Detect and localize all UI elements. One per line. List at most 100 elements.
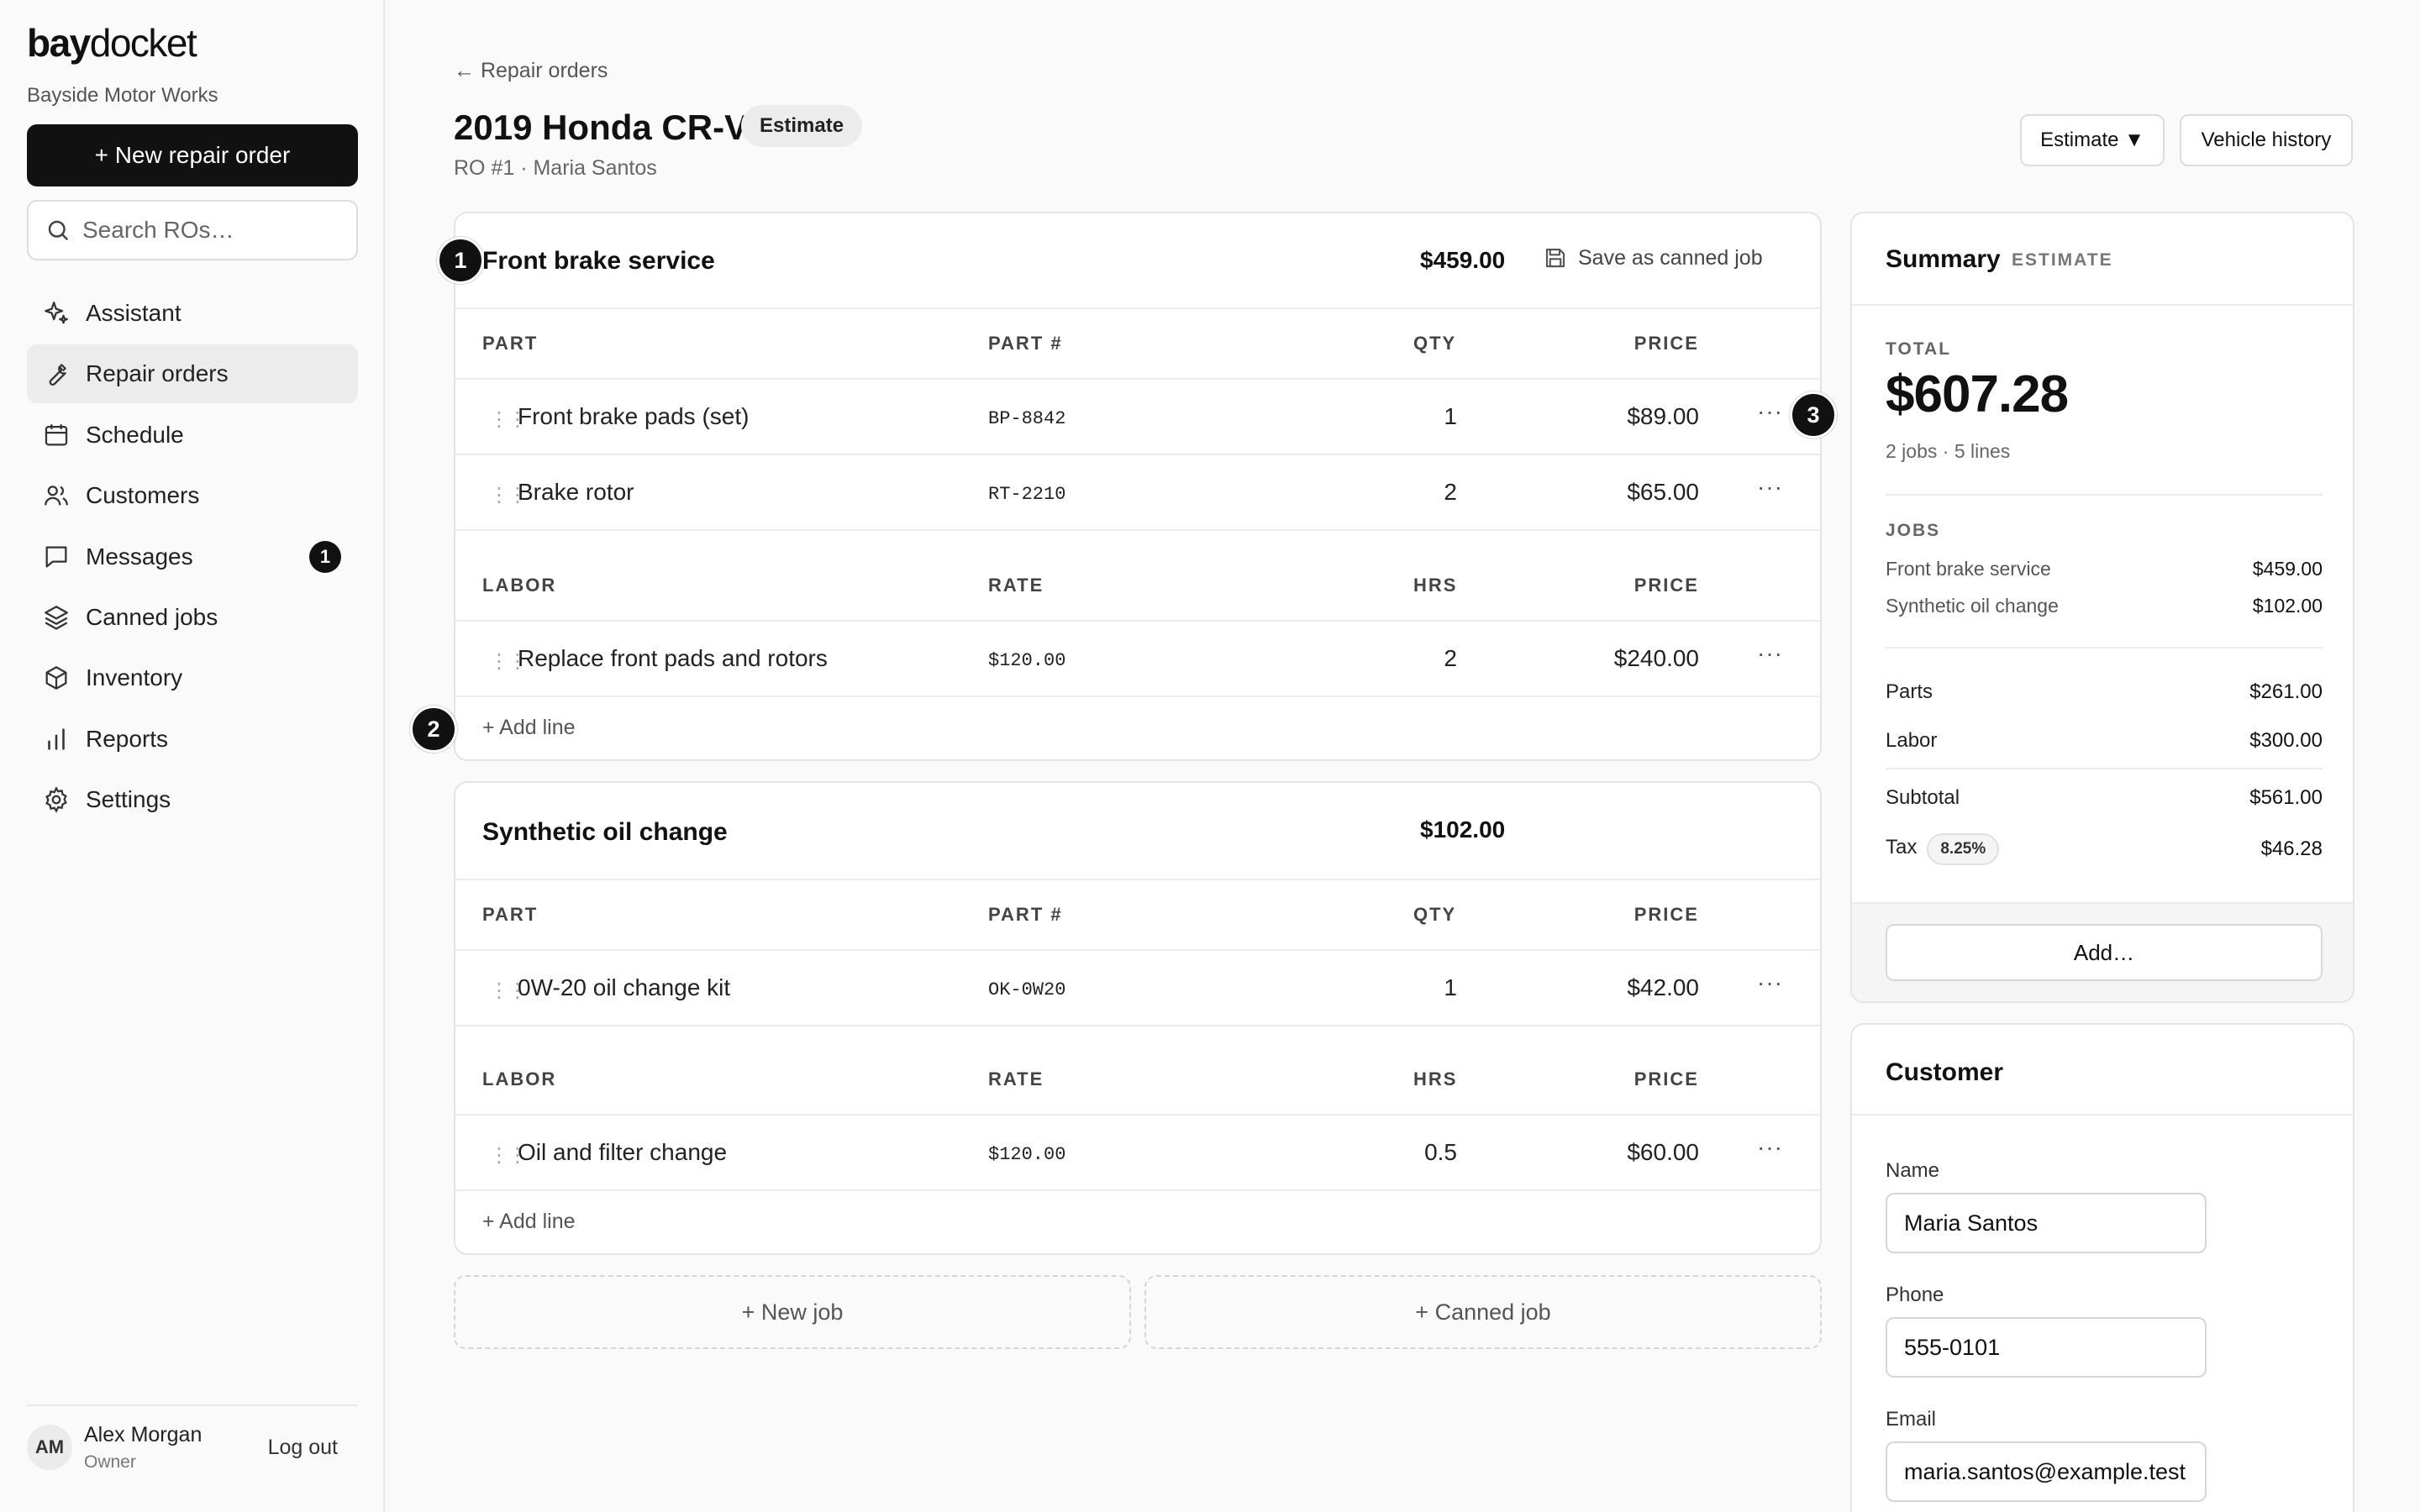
parts-label: Parts bbox=[1886, 680, 1933, 703]
labor-rate: $120.00 bbox=[988, 650, 1066, 671]
row-more-options-button[interactable]: ··· bbox=[1757, 474, 1783, 501]
column-header-hrs: HRS bbox=[1413, 575, 1458, 596]
column-header-qty: QTY bbox=[1413, 904, 1457, 925]
divider bbox=[455, 529, 1820, 531]
summary-status: ESTIMATE bbox=[2012, 250, 2113, 270]
total-label: TOTAL bbox=[1886, 339, 1952, 359]
divider bbox=[1886, 768, 2323, 769]
divider bbox=[1852, 304, 2353, 306]
parts-amount: $261.00 bbox=[2249, 680, 2323, 703]
column-header-part-number: PART # bbox=[988, 333, 1063, 354]
sidebar-item-customers[interactable]: Customers bbox=[27, 466, 358, 525]
summary-tax-row: Tax 8.25% $46.28 bbox=[1886, 833, 2323, 865]
row-more-options-button[interactable]: ··· bbox=[1757, 1134, 1783, 1161]
divider bbox=[455, 1025, 1820, 1026]
job-card-front-brake-service: Front brake service $459.00 Save as cann… bbox=[454, 212, 1822, 761]
column-header-labor: LABOR bbox=[482, 1068, 557, 1089]
summary-panel: Summary ESTIMATE TOTAL $607.28 2 jobs · … bbox=[1850, 212, 2354, 1003]
customer-email-input[interactable] bbox=[1886, 1441, 2207, 1502]
bar-chart-icon bbox=[48, 728, 65, 750]
sidebar-item-label: Assistant bbox=[86, 300, 182, 326]
tax-rate-chip[interactable]: 8.25% bbox=[1927, 833, 2000, 865]
summary-title: Summary bbox=[1886, 245, 2001, 273]
customer-name-input[interactable] bbox=[1886, 1193, 2207, 1253]
gear-icon bbox=[45, 786, 67, 813]
labor-rate: $120.00 bbox=[988, 1144, 1066, 1165]
summary-job-amount: $459.00 bbox=[2252, 558, 2323, 580]
part-name: Front brake pads (set) bbox=[518, 403, 750, 429]
sidebar-item-label: Messages bbox=[86, 543, 193, 570]
part-number: RT-2210 bbox=[988, 484, 1066, 505]
divider bbox=[455, 454, 1820, 455]
sidebar-item-canned-jobs[interactable]: Canned jobs bbox=[27, 588, 358, 647]
tax-amount: $46.28 bbox=[2260, 837, 2323, 860]
sidebar-item-label: Customers bbox=[86, 482, 200, 509]
row-more-options-button[interactable]: ··· bbox=[1757, 398, 1783, 425]
part-qty: 2 bbox=[1444, 479, 1457, 505]
new-repair-order-button[interactable]: + New repair order bbox=[27, 124, 358, 186]
column-header-rate: RATE bbox=[988, 575, 1044, 596]
avatar[interactable]: AM bbox=[27, 1425, 72, 1470]
sidebar-item-inventory[interactable]: Inventory bbox=[27, 648, 358, 707]
user-role: Owner bbox=[84, 1452, 136, 1472]
grand-total: $607.28 bbox=[1886, 365, 2069, 423]
sidebar-item-messages[interactable]: Messages 1 bbox=[27, 528, 358, 586]
summary-counts: 2 jobs · 5 lines bbox=[1886, 440, 2011, 462]
logout-button[interactable]: Log out bbox=[268, 1436, 338, 1460]
name-label: Name bbox=[1886, 1159, 1940, 1182]
sidebar-item-label: Canned jobs bbox=[86, 603, 218, 630]
row-more-options-button[interactable]: ··· bbox=[1757, 969, 1783, 996]
sidebar-nav: Assistant Repair orders Schedule Custome… bbox=[27, 284, 358, 832]
summary-subtotal-row: Subtotal $561.00 bbox=[1886, 786, 2323, 810]
sidebar-item-reports[interactable]: Reports bbox=[27, 710, 358, 769]
vehicle-history-button[interactable]: Vehicle history bbox=[2180, 114, 2353, 166]
column-header-labor: LABOR bbox=[482, 575, 557, 596]
tax-label: Tax bbox=[1886, 836, 1918, 858]
part-name: Brake rotor bbox=[518, 479, 634, 505]
summary-labor-row: Labor $300.00 bbox=[1886, 729, 2323, 753]
divider bbox=[455, 307, 1820, 309]
add-button[interactable]: Add… bbox=[1886, 924, 2323, 981]
new-job-label: + New job bbox=[741, 1299, 844, 1325]
canned-job-label: + Canned job bbox=[1415, 1299, 1551, 1325]
job-title[interactable]: Front brake service bbox=[482, 247, 715, 276]
search-box[interactable] bbox=[27, 200, 358, 260]
summary-parts-row: Parts $261.00 bbox=[1886, 680, 2323, 704]
divider bbox=[455, 378, 1820, 380]
labor-hours: 0.5 bbox=[1424, 1139, 1457, 1165]
add-label: Add… bbox=[2073, 939, 2135, 965]
part-number: BP-8842 bbox=[988, 408, 1066, 429]
summary-job-row: Synthetic oil change $102.00 bbox=[1886, 595, 2323, 617]
job-title[interactable]: Synthetic oil change bbox=[482, 818, 728, 847]
user-name: Alex Morgan bbox=[84, 1422, 203, 1446]
divider bbox=[455, 696, 1820, 697]
user-account: AM Alex Morgan Owner Log out bbox=[27, 1404, 358, 1488]
search-input[interactable] bbox=[82, 217, 351, 244]
sparkle-icon bbox=[45, 302, 68, 324]
sidebar-item-settings[interactable]: Settings bbox=[27, 770, 358, 829]
back-to-repair-orders-link[interactable]: ← Repair orders bbox=[454, 59, 608, 83]
row-more-options-button[interactable]: ··· bbox=[1757, 640, 1783, 667]
new-repair-order-label: + New repair order bbox=[94, 142, 291, 168]
summary-job-name: Front brake service bbox=[1886, 558, 2051, 580]
sidebar-item-assistant[interactable]: Assistant bbox=[27, 284, 358, 343]
labor-name: Replace front pads and rotors bbox=[518, 645, 828, 671]
customer-phone-input[interactable] bbox=[1886, 1317, 2207, 1378]
part-qty: 1 bbox=[1444, 403, 1457, 429]
sidebar-item-repair-orders[interactable]: Repair orders bbox=[27, 344, 358, 404]
new-job-button[interactable]: + New job bbox=[454, 1275, 1131, 1349]
app-logo[interactable]: baydocket bbox=[27, 20, 197, 66]
annotation-marker-2: 2 bbox=[410, 706, 457, 753]
add-line-button[interactable]: + Add line bbox=[482, 716, 576, 740]
canned-job-button[interactable]: + Canned job bbox=[1144, 1275, 1822, 1349]
layers-icon bbox=[45, 606, 68, 630]
sidebar-item-schedule[interactable]: Schedule bbox=[27, 406, 358, 465]
wrench-icon bbox=[49, 364, 66, 386]
status-dropdown-button[interactable]: Estimate ▼ bbox=[2020, 114, 2165, 166]
phone-label: Phone bbox=[1886, 1284, 1944, 1306]
job-card-synthetic-oil-change: Synthetic oil change $102.00 PART PART #… bbox=[454, 781, 1822, 1255]
add-line-button[interactable]: + Add line bbox=[482, 1210, 576, 1234]
unread-badge: 1 bbox=[309, 540, 341, 573]
save-as-canned-job-button[interactable]: Save as canned job bbox=[1543, 245, 1763, 270]
labor-label: Labor bbox=[1886, 729, 1938, 752]
